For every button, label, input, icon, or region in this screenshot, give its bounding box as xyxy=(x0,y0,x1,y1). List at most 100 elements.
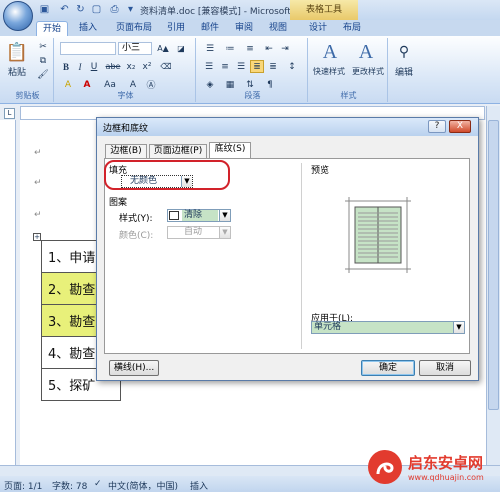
preview-label: 预览 xyxy=(311,166,330,176)
chevron-down-icon[interactable]: ▼ xyxy=(219,210,230,221)
numbering-icon[interactable]: ≔ xyxy=(222,42,238,55)
increase-indent-icon[interactable]: ⇥ xyxy=(278,42,292,55)
new-document-icon[interactable]: ▢ xyxy=(90,3,103,16)
change-styles-button[interactable]: 更改样式 xyxy=(348,65,388,77)
paste-button[interactable]: 粘贴 xyxy=(4,65,30,78)
word-count[interactable]: 字数: 78 xyxy=(52,479,87,492)
save-icon[interactable]: ▣ xyxy=(38,3,51,16)
italic-button[interactable]: I xyxy=(74,60,86,73)
ribbon: 📋 粘贴 ✂ ⧉ 🖌 剪贴板 小三 A▲ ◪ B I U abe x₂ x² ⌫… xyxy=(0,36,500,104)
font-group-label: 字体 xyxy=(117,91,134,100)
clipboard-group: 📋 粘贴 ✂ ⧉ 🖌 剪贴板 xyxy=(2,38,54,102)
strikethrough-button[interactable]: abe xyxy=(104,60,122,73)
print-icon[interactable]: ⎙ xyxy=(108,3,121,16)
horizontal-line-button[interactable]: 横线(H)... xyxy=(109,360,159,376)
align-right-icon[interactable]: ☰ xyxy=(234,60,248,73)
underline-button[interactable]: U xyxy=(88,60,100,73)
cancel-button[interactable]: 取消 xyxy=(419,360,471,376)
watermark-text: 启东安卓网 xyxy=(408,454,484,472)
tab-review[interactable]: 审阅 xyxy=(230,21,258,36)
paragraph-mark: ↵ xyxy=(34,210,42,220)
redo-icon[interactable]: ↻ xyxy=(74,3,87,16)
align-center-icon[interactable]: ≡ xyxy=(218,60,232,73)
borders-and-shading-dialog: 边框和底纹 ? X 边框(B) 页面边框(P) 底纹(S) 填充 无颜色 ▼ 图… xyxy=(96,117,479,381)
change-styles-icon[interactable]: A xyxy=(352,40,380,64)
customize-qat-icon[interactable]: ▾ xyxy=(124,3,137,16)
distributed-icon[interactable]: ≣ xyxy=(266,60,280,73)
multilevel-list-icon[interactable]: ≡ xyxy=(242,42,258,55)
chevron-down-icon[interactable]: ▼ xyxy=(453,322,464,333)
font-name-combo[interactable] xyxy=(60,42,116,55)
align-left-icon[interactable]: ☰ xyxy=(202,60,216,73)
pattern-style-dropdown[interactable]: 清除 ▼ xyxy=(167,209,231,222)
paste-icon[interactable]: 📋 xyxy=(6,40,28,64)
pattern-color-dropdown[interactable]: 自动 ▼ xyxy=(167,226,231,239)
decrease-indent-icon[interactable]: ⇤ xyxy=(262,42,276,55)
title-bar: ▣ ↶ ↻ ▢ ⎙ ▾ 资料清单.doc [兼容模式] - Microsoft … xyxy=(0,0,500,31)
font-size-combo[interactable]: 小三 xyxy=(118,42,152,55)
page-count[interactable]: 页面: 1/1 xyxy=(4,479,42,492)
office-button[interactable] xyxy=(3,1,33,31)
apply-to-value: 单元格 xyxy=(314,322,342,332)
annotation-highlight-ring xyxy=(104,160,230,190)
help-button[interactable]: ? xyxy=(428,120,446,133)
cut-icon[interactable]: ✂ xyxy=(36,40,50,53)
tab-insert[interactable]: 插入 xyxy=(74,21,102,36)
clear-format-icon[interactable]: ◪ xyxy=(174,42,188,55)
style-label: 样式(Y): xyxy=(119,214,153,224)
line-spacing-icon[interactable]: ↕ xyxy=(284,60,300,73)
styles-group: A 快速样式 A 更改样式 样式 xyxy=(310,38,388,102)
superscript-button[interactable]: x² xyxy=(140,60,154,73)
proofing-icon[interactable]: ✓ xyxy=(94,479,102,489)
apply-to-dropdown[interactable]: 单元格 ▼ xyxy=(311,321,465,334)
preview-box[interactable] xyxy=(345,197,411,273)
tab-references[interactable]: 引用 xyxy=(162,21,190,36)
color-label: 颜色(C): xyxy=(119,231,154,241)
clipboard-group-label: 剪贴板 xyxy=(15,91,40,100)
vertical-scrollbar[interactable] xyxy=(486,106,500,465)
paragraph-group: ☰ ≔ ≡ ⇤ ⇥ ☰ ≡ ☰ ≣ ≣ ↕ ◈ ▦ ⇅ ¶ 段落 xyxy=(198,38,308,102)
window-title: 资料清单.doc [兼容模式] - Microsoft ... xyxy=(140,7,303,17)
tab-layout[interactable]: 布局 xyxy=(338,21,366,36)
quick-styles-icon[interactable]: A xyxy=(316,40,344,64)
subscript-button[interactable]: x₂ xyxy=(124,60,138,73)
editing-button[interactable]: 编辑 xyxy=(390,65,418,78)
ribbon-tab-row: 开始 插入 页面布局 引用 邮件 审阅 视图 设计 布局 xyxy=(0,20,500,36)
ok-button[interactable]: 确定 xyxy=(361,360,415,376)
paragraph-mark: ↵ xyxy=(34,178,42,188)
quick-styles-button[interactable]: 快速样式 xyxy=(310,65,348,77)
grow-font-icon[interactable]: A▲ xyxy=(156,42,170,55)
vertical-scroll-thumb[interactable] xyxy=(488,120,499,410)
bullets-icon[interactable]: ☰ xyxy=(202,42,218,55)
chevron-down-icon[interactable]: ▼ xyxy=(219,227,230,238)
pattern-label: 图案 xyxy=(109,198,128,208)
tab-shading[interactable]: 底纹(S) xyxy=(209,142,251,159)
tab-page-layout[interactable]: 页面布局 xyxy=(108,21,160,36)
table-move-handle[interactable]: + xyxy=(33,233,41,241)
tab-selector[interactable]: L xyxy=(4,108,15,119)
tab-view[interactable]: 视图 xyxy=(264,21,292,36)
editing-icon[interactable]: ⚲ xyxy=(392,42,416,62)
tab-borders[interactable]: 边框(B) xyxy=(105,144,147,158)
language-status[interactable]: 中文(简体，中国) xyxy=(108,479,178,492)
watermark-url: www.qdhuajin.com xyxy=(408,473,484,482)
tab-page-border[interactable]: 页面边框(P) xyxy=(149,144,207,158)
watermark-logo-icon xyxy=(368,450,402,484)
dialog-title-bar[interactable]: 边框和底纹 ? X xyxy=(97,118,478,136)
justify-icon[interactable]: ≣ xyxy=(250,60,264,73)
preview-graphic xyxy=(345,197,411,273)
format-painter-icon[interactable]: 🖌 xyxy=(36,68,50,81)
pattern-style-value: 清除 xyxy=(182,210,218,221)
tab-home[interactable]: 开始 xyxy=(36,21,68,36)
copy-icon[interactable]: ⧉ xyxy=(36,54,50,67)
bold-button[interactable]: B xyxy=(60,60,72,73)
undo-icon[interactable]: ↶ xyxy=(58,3,71,16)
close-button[interactable]: X xyxy=(449,120,471,133)
paragraph-group-label: 段落 xyxy=(244,91,261,100)
tab-mailings[interactable]: 邮件 xyxy=(196,21,224,36)
font-group: 小三 A▲ ◪ B I U abe x₂ x² ⌫ A A Aa A Ⓐ 字体 xyxy=(56,38,196,102)
vertical-ruler[interactable] xyxy=(0,120,16,465)
clear-formatting-icon[interactable]: ⌫ xyxy=(158,60,174,73)
insert-mode-status[interactable]: 插入 xyxy=(190,479,208,492)
tab-design[interactable]: 设计 xyxy=(304,21,332,36)
